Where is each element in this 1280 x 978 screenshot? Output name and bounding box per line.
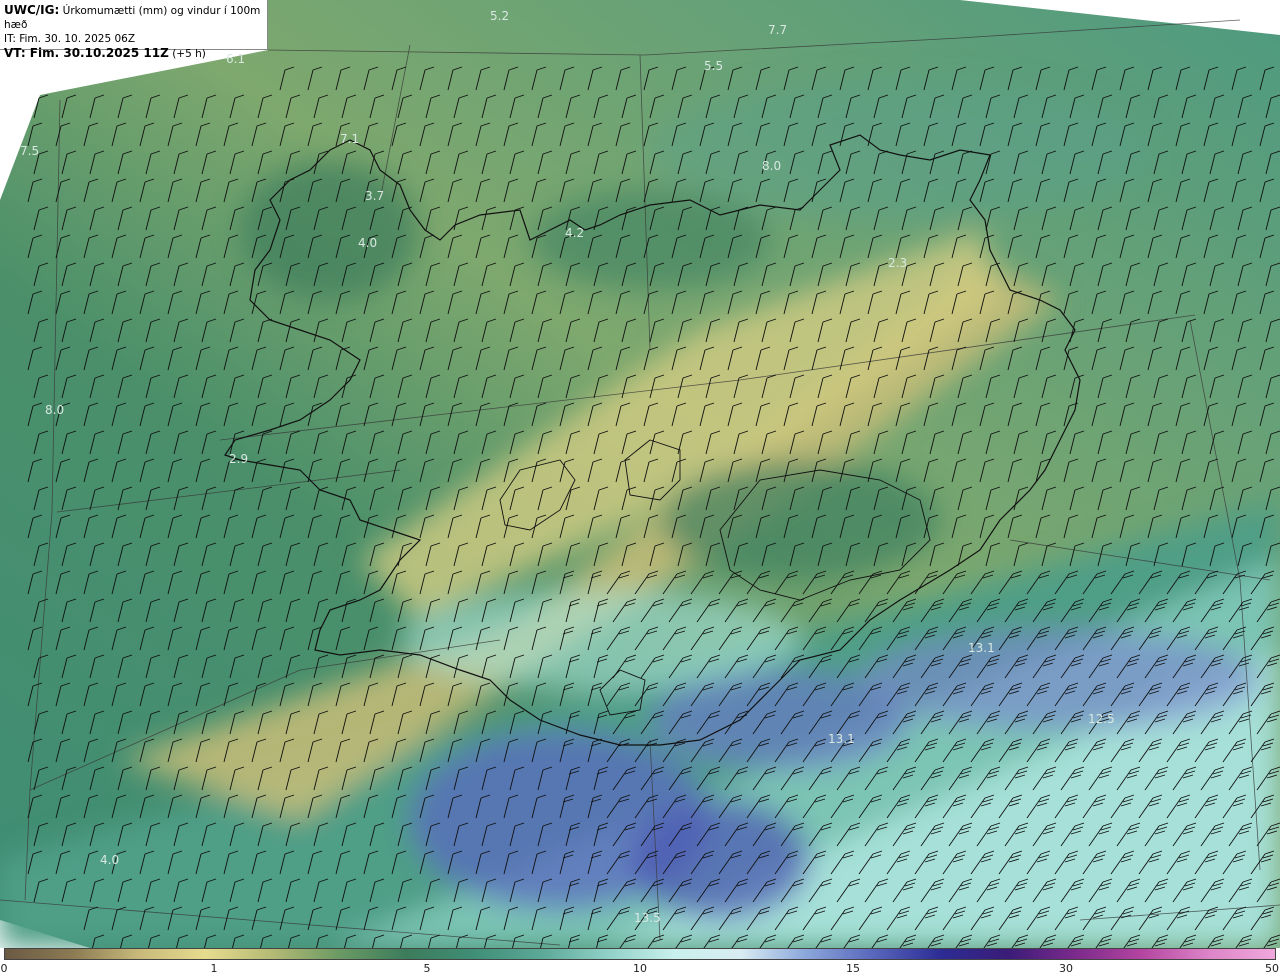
- colorbar-tick: 30: [1059, 962, 1073, 975]
- precipitation-colorbar: [4, 948, 1276, 960]
- colorbar-tick: 50: [1265, 962, 1279, 975]
- colorbar-tick: 10: [633, 962, 647, 975]
- map-header: UWC/IG: Úrkomumætti (mm) og vindur í 100…: [0, 0, 268, 60]
- precip-value-label: 13.1: [968, 641, 995, 655]
- precip-value-label: 2.9: [229, 452, 248, 466]
- precip-value-label: 8.0: [762, 159, 781, 173]
- precip-value-label: 4.0: [358, 236, 377, 250]
- precip-value-label: 7.7: [768, 23, 787, 37]
- valid-offset: (+5 h): [172, 48, 206, 60]
- colorbar-tick: 15: [846, 962, 860, 975]
- colorbar-tick: 1: [210, 962, 218, 975]
- weather-map[interactable]: 5.27.76.1 5.57.18.03.77.54.24.02.38.02.91…: [0, 0, 1280, 948]
- precip-value-label: 3.7: [365, 189, 384, 203]
- precip-value-label: 13.5: [634, 911, 661, 925]
- precip-value-label: 4.0: [100, 853, 119, 867]
- precip-value-label: 12.5: [1088, 712, 1115, 726]
- model-name: UWC/IG:: [4, 3, 60, 17]
- precip-value-label: 7.5: [20, 144, 39, 158]
- init-time: IT: Fim. 30. 10. 2025 06Z: [4, 33, 136, 45]
- precip-value-label: 4.2: [565, 226, 584, 240]
- precip-value-label: 13.1: [828, 732, 855, 746]
- precip-value-label: 8.0: [45, 403, 64, 417]
- colorbar-tick: 5: [423, 962, 431, 975]
- valid-time: VT: Fim. 30.10.2025 11Z: [4, 46, 169, 60]
- precip-value-label: 2.3: [888, 256, 907, 270]
- precip-value-label: 7.1: [340, 132, 359, 146]
- precip-value-label: 5.5: [704, 59, 723, 73]
- precip-value-label: 5.2: [490, 9, 509, 23]
- colorbar-tick: 0: [0, 962, 8, 975]
